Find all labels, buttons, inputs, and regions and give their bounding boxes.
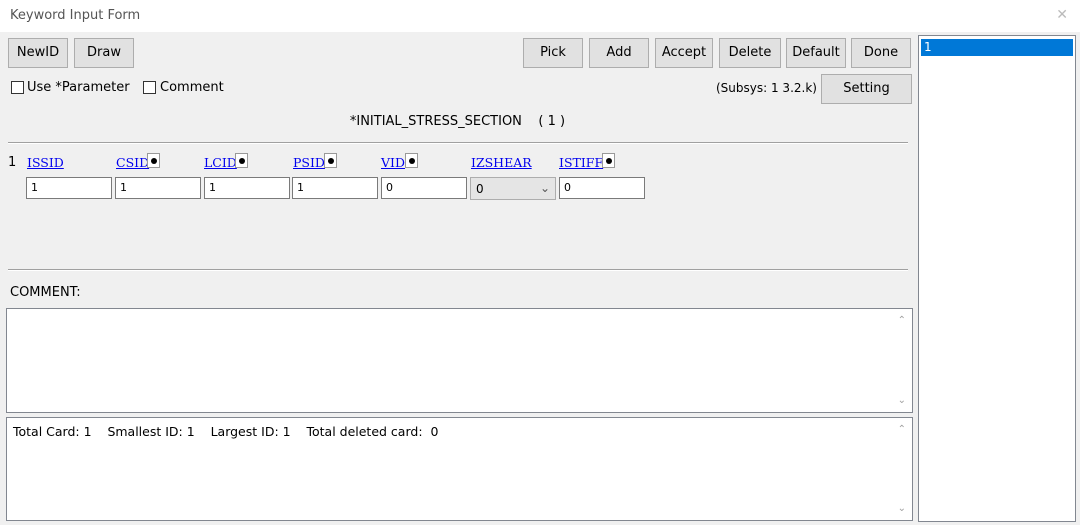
draw-button[interactable]: Draw bbox=[74, 38, 134, 68]
close-icon[interactable]: ✕ bbox=[1056, 7, 1068, 23]
stats-panel[interactable]: Total Card: 1 Smallest ID: 1 Largest ID:… bbox=[6, 417, 913, 521]
field-input-issid[interactable]: 1 bbox=[26, 177, 112, 199]
scroll-down-icon[interactable]: ⌄ bbox=[898, 395, 906, 406]
id-list[interactable]: 1 bbox=[918, 35, 1076, 522]
field-input-istiff[interactable]: 0 bbox=[559, 177, 645, 199]
use-parameter-label: Use *Parameter bbox=[27, 80, 130, 95]
comment-textarea[interactable]: ⌃ ⌄ bbox=[6, 308, 913, 413]
field-label-izshear[interactable]: IZSHEAR bbox=[471, 155, 532, 170]
subsys-info: (Subsys: 1 3.2.k) bbox=[716, 81, 817, 95]
chevron-down-icon: ⌄ bbox=[539, 181, 550, 195]
field-label-istiff[interactable]: ISTIFF bbox=[559, 155, 603, 170]
delete-button[interactable]: Delete bbox=[719, 38, 781, 68]
id-list-item[interactable]: 1 bbox=[921, 39, 1073, 56]
field-input-vid[interactable]: 0 bbox=[381, 177, 467, 199]
default-button[interactable]: Default bbox=[786, 38, 846, 68]
use-parameter-checkbox[interactable] bbox=[11, 81, 24, 94]
vid-pick-icon[interactable] bbox=[405, 153, 418, 168]
newid-button[interactable]: NewID bbox=[8, 38, 68, 68]
window-title: Keyword Input Form bbox=[10, 8, 141, 23]
field-input-csid[interactable]: 1 bbox=[115, 177, 201, 199]
pick-button[interactable]: Pick bbox=[523, 38, 583, 68]
scroll-up-icon[interactable]: ⌃ bbox=[898, 424, 906, 435]
izshear-select[interactable]: 0 ⌄ bbox=[470, 177, 556, 200]
comment-checkbox[interactable] bbox=[143, 81, 156, 94]
lcid-pick-icon[interactable] bbox=[235, 153, 248, 168]
divider-top bbox=[8, 142, 908, 144]
scroll-up-icon[interactable]: ⌃ bbox=[898, 315, 906, 326]
field-label-csid[interactable]: CSID bbox=[116, 155, 149, 170]
field-label-issid[interactable]: ISSID bbox=[27, 155, 64, 170]
istiff-pick-icon[interactable] bbox=[602, 153, 615, 168]
izshear-select-value: 0 bbox=[476, 182, 484, 196]
psid-pick-icon[interactable] bbox=[324, 153, 337, 168]
field-input-lcid[interactable]: 1 bbox=[204, 177, 290, 199]
comment-label: COMMENT: bbox=[10, 285, 81, 300]
scroll-down-icon[interactable]: ⌄ bbox=[898, 503, 906, 514]
field-label-vid[interactable]: VID bbox=[381, 155, 405, 170]
keyword-title: *INITIAL_STRESS_SECTION ( 1 ) bbox=[349, 114, 566, 129]
card-row-number: 1 bbox=[8, 155, 17, 170]
setting-button[interactable]: Setting bbox=[821, 74, 912, 104]
csid-pick-icon[interactable] bbox=[147, 153, 160, 168]
comment-checkbox-label: Comment bbox=[160, 80, 224, 95]
title-bar: Keyword Input Form ✕ bbox=[0, 0, 1080, 32]
stats-text: Total Card: 1 Smallest ID: 1 Largest ID:… bbox=[13, 424, 439, 439]
field-label-lcid[interactable]: LCID bbox=[204, 155, 237, 170]
divider-bottom bbox=[8, 269, 908, 271]
accept-button[interactable]: Accept bbox=[655, 38, 713, 68]
add-button[interactable]: Add bbox=[589, 38, 649, 68]
field-input-psid[interactable]: 1 bbox=[292, 177, 378, 199]
done-button[interactable]: Done bbox=[851, 38, 911, 68]
field-label-psid[interactable]: PSID bbox=[293, 155, 325, 170]
